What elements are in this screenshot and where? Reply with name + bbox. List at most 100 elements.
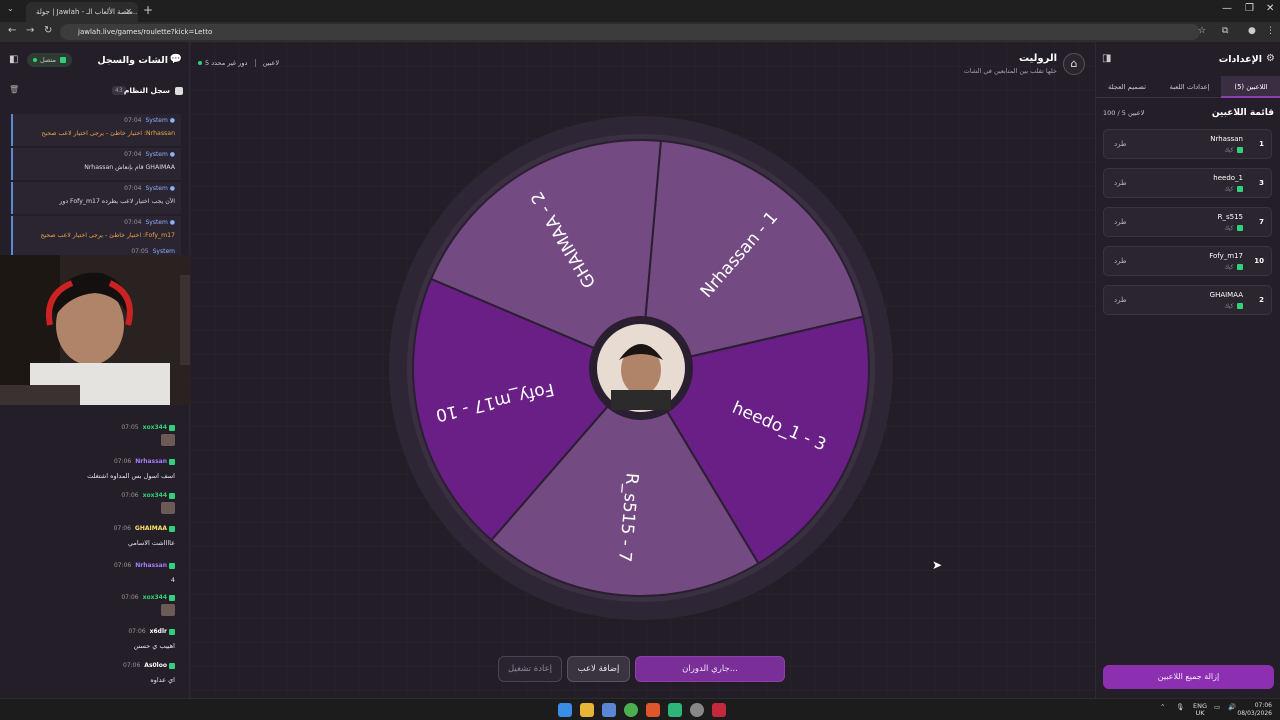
settings-tabs: اللاعبين (5) إعدادات اللعبة تصميم العجلة xyxy=(1096,76,1280,98)
player-name: Fofy_m17 xyxy=(1209,252,1243,260)
system-user-icon: ● xyxy=(169,151,175,158)
kick-player-button[interactable]: طرد xyxy=(1114,218,1127,226)
forward-icon[interactable]: → xyxy=(26,25,34,36)
player-row: 1 Nrhassan كيك طرد xyxy=(1103,129,1272,159)
kick-player-button[interactable]: طرد xyxy=(1114,140,1127,148)
bookmark-star-icon[interactable]: ☆ xyxy=(1198,26,1206,36)
brave-icon[interactable] xyxy=(646,703,660,717)
taskbar: ⌃ 🎙 ENG UK ▭ 🔊 07:06 08/03/2026 xyxy=(0,698,1280,720)
chat-username[interactable]: x6dlr xyxy=(150,628,167,635)
spin-button[interactable]: جاري الدوران... xyxy=(635,656,785,682)
kick-badge-icon xyxy=(1237,225,1243,231)
kick-player-button[interactable]: طرد xyxy=(1114,179,1127,187)
chat-message: 07:06 Nrhassan 4 xyxy=(0,562,185,592)
kick-badge-icon xyxy=(169,594,175,601)
file-explorer-icon[interactable] xyxy=(580,703,594,717)
maximize-icon[interactable]: ❐ xyxy=(1245,3,1254,14)
system-log-meta: 07:04 System ● xyxy=(124,185,175,192)
system-log-entry: 07:04 System ● Nrhassan قام بإنعاش GHAIMAA xyxy=(11,148,181,180)
chat-message-text: 4 xyxy=(170,576,175,584)
chat-message-text: عااااشت الاسامي xyxy=(127,539,175,547)
online-dot-icon xyxy=(33,58,37,62)
player-row: 3 heedo_1 كيك طرد xyxy=(1103,168,1272,198)
new-tab-icon[interactable]: + xyxy=(143,3,153,17)
kick-player-button[interactable]: طرد xyxy=(1114,257,1127,265)
chat-username[interactable]: xox344 xyxy=(143,492,167,499)
system-log-title: سجل النظام xyxy=(123,86,170,95)
tab-list-icon[interactable]: ⌄ xyxy=(7,4,14,13)
back-icon[interactable]: ← xyxy=(8,25,16,36)
restart-button[interactable]: إعادة تشغيل xyxy=(498,656,562,682)
home-button[interactable]: ⌂ xyxy=(1063,53,1085,75)
connection-label: متصل xyxy=(40,56,57,64)
browser-menu-icon[interactable]: ⋮ xyxy=(1266,26,1275,36)
kick-badge-icon xyxy=(169,525,175,532)
chat-username[interactable]: xox344 xyxy=(143,424,167,431)
minimize-icon[interactable]: — xyxy=(1222,3,1232,14)
system-user-icon: ● xyxy=(169,219,175,226)
kick-badge-icon xyxy=(169,628,175,635)
url-field[interactable]: jawlah.live/games/roulette?kick=Letto xyxy=(60,24,1200,40)
chat-message-meta: 07:06 GHAIMAA xyxy=(114,525,175,532)
emote-icon xyxy=(161,502,175,514)
tab-players[interactable]: اللاعبين (5) xyxy=(1221,76,1280,98)
kick-badge-icon xyxy=(1237,147,1243,153)
browser-tab[interactable]: جولة | Jawlah - منصة الألعاب الـ... ✕ xyxy=(26,2,138,22)
close-tab-icon[interactable]: ✕ xyxy=(125,2,132,22)
collapse-panel-icon[interactable]: ◧ xyxy=(9,54,18,65)
obs-icon[interactable] xyxy=(690,703,704,717)
player-row: 10 Fofy_m17 كيك طرد xyxy=(1103,246,1272,276)
tray-chevron-icon[interactable]: ⌃ xyxy=(1160,703,1165,711)
profile-avatar-icon[interactable]: ● xyxy=(1248,26,1256,36)
system-log-meta: 07:04 System ● xyxy=(124,151,175,158)
players-list-count: 100 / 5 لاعبين xyxy=(1103,109,1145,117)
kick-badge-icon xyxy=(169,562,175,569)
roulette-wheel[interactable]: Nrhassan - 1heedo_1 - 3R_s515 - 7Fofy_m1… xyxy=(387,114,895,622)
address-bar: ← → ↻ jawlah.live/games/roulette?kick=Le… xyxy=(0,22,1280,42)
player-row: 2 GHAIMAA كيك طرد xyxy=(1103,285,1272,315)
avatar-shirt xyxy=(611,390,671,410)
microphone-icon[interactable]: 🎙 xyxy=(1176,703,1184,711)
remove-all-players-button[interactable]: إزالة جميع اللاعبين xyxy=(1103,665,1274,689)
add-player-button[interactable]: إضافة لاعب xyxy=(567,656,630,682)
reload-icon[interactable]: ↻ xyxy=(44,25,52,36)
language-indicator[interactable]: ENG UK xyxy=(1193,703,1207,717)
chat-message-meta: 07:06 xox344 xyxy=(121,492,175,499)
chat-username[interactable]: GHAIMAA xyxy=(135,525,167,532)
chat-username[interactable]: Nrhassan xyxy=(135,562,167,569)
kick-player-button[interactable]: طرد xyxy=(1114,296,1127,304)
chrome-icon[interactable] xyxy=(624,703,638,717)
volume-icon[interactable]: 🔊 xyxy=(1228,703,1236,711)
system-clock[interactable]: 07:06 08/03/2026 xyxy=(1237,702,1272,718)
app-icon[interactable] xyxy=(668,703,682,717)
player-number: 7 xyxy=(1259,218,1264,226)
settings-panel: ◨ الإعدادات ⚙ اللاعبين (5) إعدادات اللعب… xyxy=(1095,42,1280,698)
emote-icon xyxy=(161,604,175,616)
chat-message: 07:06 Nrhassan اسف اسول بس المداوه اشتغلت xyxy=(0,458,185,488)
game-area: 5 لاعبين دور غير محدد الروليت خلها تقلب … xyxy=(190,42,1095,698)
system-log-header[interactable]: 🗑 43 سجل النظام xyxy=(0,82,190,100)
game-status-bar: 5 لاعبين دور غير محدد xyxy=(198,59,279,67)
network-icon[interactable]: ▭ xyxy=(1214,703,1220,711)
player-number: 1 xyxy=(1259,140,1264,148)
app-icon[interactable] xyxy=(712,703,726,717)
tab-game-settings[interactable]: إعدادات اللعبة xyxy=(1158,76,1221,98)
collapse-panel-icon[interactable]: ◨ xyxy=(1102,53,1111,64)
player-name: R_s515 xyxy=(1217,213,1243,221)
store-icon[interactable] xyxy=(602,703,616,717)
chat-username[interactable]: xox344 xyxy=(143,594,167,601)
players-list-title: قائمة اللاعبين xyxy=(1211,108,1274,118)
extensions-icon[interactable]: ⧉ xyxy=(1222,26,1228,36)
player-name: GHAIMAA xyxy=(1209,291,1243,299)
chat-message: 07:06 As0loo اي عداوه xyxy=(0,662,185,692)
chat-username[interactable]: Nrhassan xyxy=(135,458,167,465)
player-row: 7 R_s515 كيك طرد xyxy=(1103,207,1272,237)
gear-icon: ⚙ xyxy=(1266,53,1275,64)
tab-wheel-design[interactable]: تصميم العجلة xyxy=(1096,76,1158,98)
trash-icon[interactable]: 🗑 xyxy=(9,85,19,94)
tab-title: جولة | Jawlah - منصة الألعاب الـ... xyxy=(36,8,138,16)
start-menu-icon[interactable] xyxy=(558,703,572,717)
chat-username[interactable]: As0loo xyxy=(144,662,167,669)
close-window-icon[interactable]: ✕ xyxy=(1266,3,1274,14)
chat-panel-header: ◧ متصل الشات والسجل 💬 xyxy=(0,42,190,76)
